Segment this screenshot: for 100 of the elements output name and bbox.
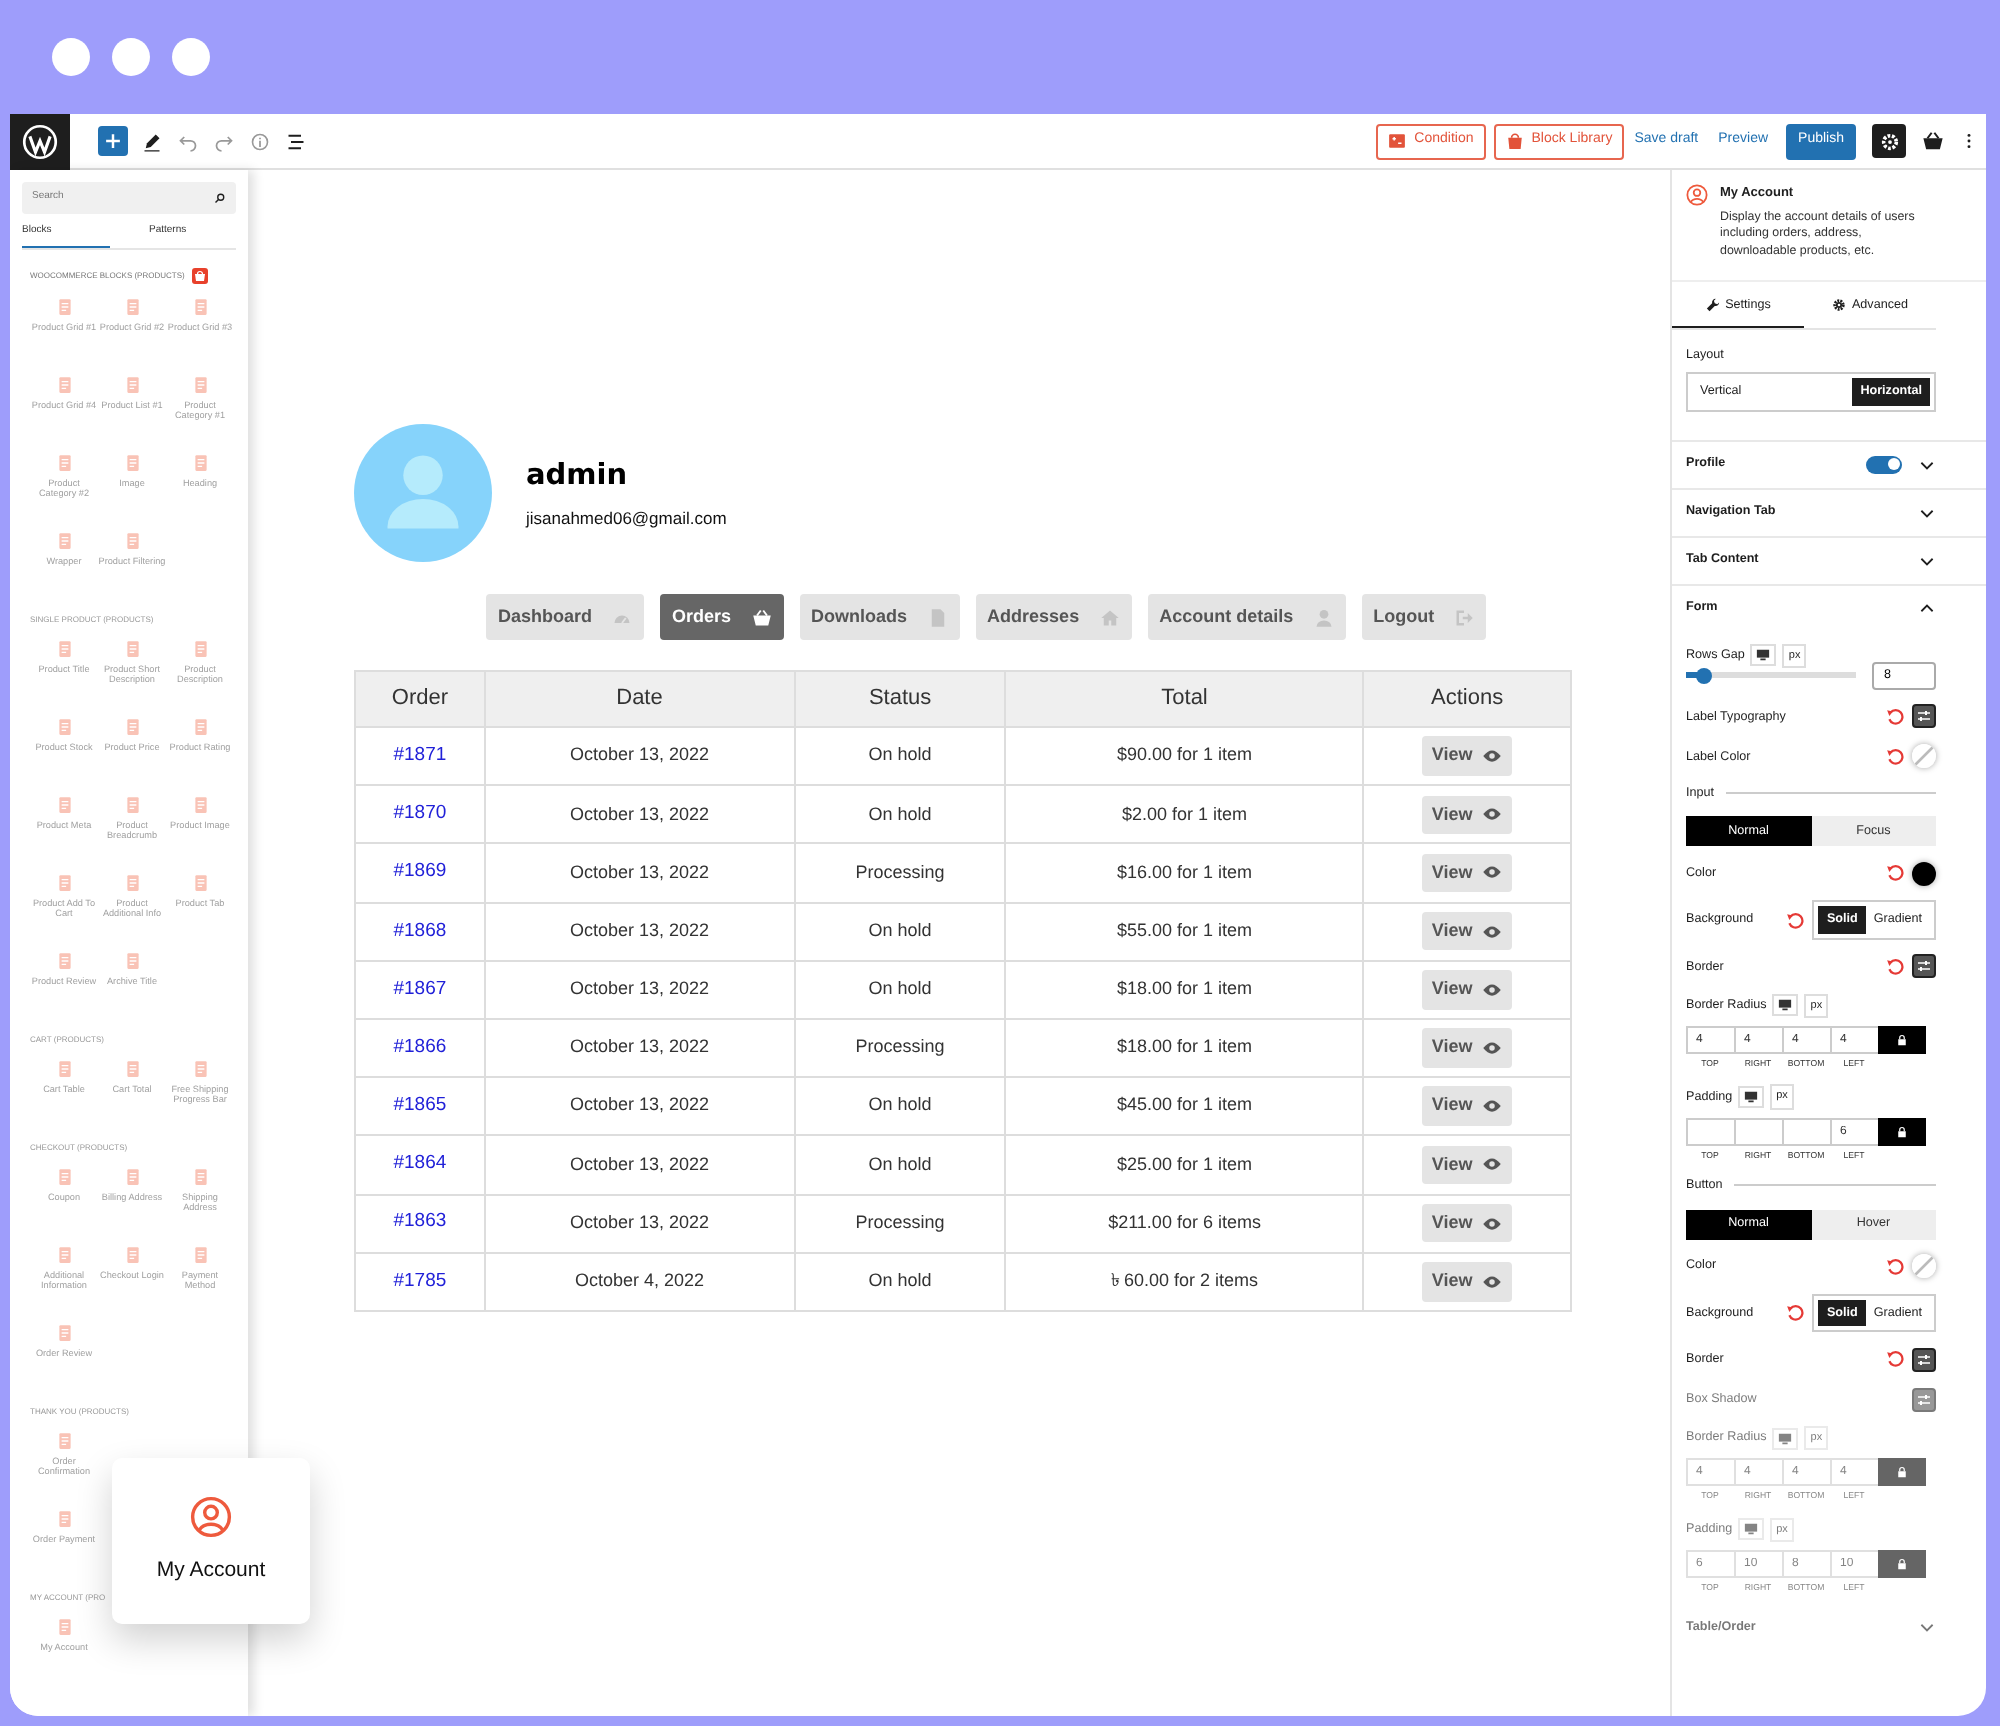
redo-icon[interactable] xyxy=(214,131,234,151)
device-button[interactable] xyxy=(1772,994,1799,1017)
color-swatch[interactable] xyxy=(1912,861,1936,886)
pencil-icon[interactable] xyxy=(142,131,162,151)
settings-button[interactable] xyxy=(1912,1347,1936,1372)
bag-icon xyxy=(1505,132,1524,150)
eye-icon xyxy=(1482,1096,1503,1117)
table-cell: Processing xyxy=(794,1194,1006,1253)
eye-icon xyxy=(1482,921,1503,942)
order-link[interactable]: #1870 xyxy=(393,802,447,825)
number-field[interactable] xyxy=(1686,1117,1734,1146)
view-button[interactable]: View xyxy=(1421,1203,1513,1243)
block-icon xyxy=(55,1509,73,1527)
table-cell: $2.00 for 1 item xyxy=(1005,785,1364,844)
order-link[interactable]: #1864 xyxy=(393,1152,447,1175)
view-button[interactable]: View xyxy=(1421,736,1513,776)
device-button[interactable] xyxy=(1738,1086,1765,1109)
eye-icon xyxy=(1482,1213,1503,1234)
slider-track[interactable] xyxy=(1686,672,1856,679)
color-swatch[interactable] xyxy=(1912,744,1936,769)
table-cell: $25.00 for 1 item xyxy=(1005,1135,1364,1194)
wrench-icon xyxy=(1705,297,1720,312)
table-cell: On hold xyxy=(794,727,1006,786)
eye-icon xyxy=(1482,862,1503,883)
settings-button[interactable] xyxy=(1872,124,1906,158)
gear-icon xyxy=(1831,297,1846,312)
column-header: Date xyxy=(484,671,795,727)
user-email: jisanahmed06@gmail.com xyxy=(526,505,727,531)
device-button[interactable] xyxy=(1750,644,1777,667)
table-cell: $18.00 for 1 item xyxy=(1005,960,1364,1019)
block-icon xyxy=(55,1167,73,1185)
block-icon xyxy=(191,873,209,891)
number-field[interactable] xyxy=(1782,1117,1830,1146)
block-icon xyxy=(123,717,141,735)
block-icon xyxy=(55,1059,73,1077)
order-link[interactable]: #1867 xyxy=(393,977,447,1000)
order-link[interactable]: #1785 xyxy=(393,1269,447,1292)
wordpress-logo-icon xyxy=(22,123,58,159)
user-icon xyxy=(190,1495,232,1538)
column-header: Status xyxy=(794,671,1006,727)
block-icon xyxy=(55,453,73,471)
lock-icon xyxy=(1896,1557,1908,1570)
view-button[interactable]: View xyxy=(1421,970,1513,1010)
order-link[interactable]: #1863 xyxy=(393,1210,447,1233)
toggle-switch[interactable] xyxy=(1866,455,1902,474)
view-button[interactable]: View xyxy=(1421,1086,1513,1126)
order-link[interactable]: #1869 xyxy=(393,860,447,883)
view-button[interactable]: View xyxy=(1421,1028,1513,1068)
sliders-icon xyxy=(1916,1391,1932,1408)
block-icon xyxy=(123,1167,141,1185)
block-icon xyxy=(191,1245,209,1263)
nav-tab[interactable]: Orders xyxy=(660,594,784,640)
view-button[interactable]: View xyxy=(1421,795,1513,835)
block-icon xyxy=(191,1167,209,1185)
block-icon xyxy=(191,297,209,315)
info-icon[interactable] xyxy=(250,131,270,151)
table-cell: On hold xyxy=(794,1077,1006,1136)
column-header: Actions xyxy=(1363,671,1571,727)
order-link[interactable]: #1871 xyxy=(393,743,447,766)
view-button[interactable]: View xyxy=(1421,853,1513,893)
file-icon xyxy=(927,607,948,627)
nav-tab[interactable]: Account details xyxy=(1147,594,1346,640)
basket-icon xyxy=(751,607,772,627)
order-link[interactable]: #1868 xyxy=(393,919,447,942)
nav-tab[interactable]: Logout xyxy=(1361,594,1487,640)
block-card[interactable]: My Account xyxy=(112,1458,310,1624)
block-icon xyxy=(191,1059,209,1077)
add-block-button[interactable] xyxy=(98,126,128,156)
table-cell: $55.00 for 1 item xyxy=(1005,902,1364,961)
lock-button[interactable] xyxy=(1878,1117,1926,1146)
block-icon xyxy=(55,717,73,735)
basket-icon[interactable] xyxy=(1922,130,1944,152)
number-field[interactable] xyxy=(1734,1117,1782,1146)
nav-tab[interactable]: Dashboard xyxy=(486,594,645,640)
color-swatch[interactable] xyxy=(1912,1254,1936,1279)
nav-tab[interactable]: Downloads xyxy=(799,594,960,640)
slider-thumb[interactable] xyxy=(1695,667,1711,684)
nav-tab[interactable]: Addresses xyxy=(975,594,1132,640)
order-link[interactable]: #1865 xyxy=(393,1094,447,1117)
settings-button[interactable] xyxy=(1912,704,1936,729)
lock-button[interactable] xyxy=(1878,1026,1926,1055)
block-icon xyxy=(123,453,141,471)
home-icon xyxy=(1099,607,1120,627)
block-icon xyxy=(55,531,73,549)
undo-icon[interactable] xyxy=(178,131,198,151)
user-icon xyxy=(1313,607,1334,627)
table-cell: $211.00 for 6 items xyxy=(1005,1194,1364,1253)
monitor-icon xyxy=(1744,1522,1759,1537)
settings-button[interactable] xyxy=(1912,954,1936,979)
view-button[interactable]: View xyxy=(1421,1145,1513,1185)
view-button[interactable]: View xyxy=(1421,911,1513,951)
block-icon xyxy=(123,639,141,657)
eye-icon xyxy=(1482,1271,1503,1292)
table-cell: On hold xyxy=(794,960,1006,1019)
table-cell: Processing xyxy=(794,1018,1006,1078)
view-button[interactable]: View xyxy=(1421,1262,1513,1302)
list-view-icon[interactable] xyxy=(286,131,306,151)
block-icon xyxy=(123,531,141,549)
order-link[interactable]: #1866 xyxy=(393,1035,447,1058)
table-cell: On hold xyxy=(794,785,1006,844)
